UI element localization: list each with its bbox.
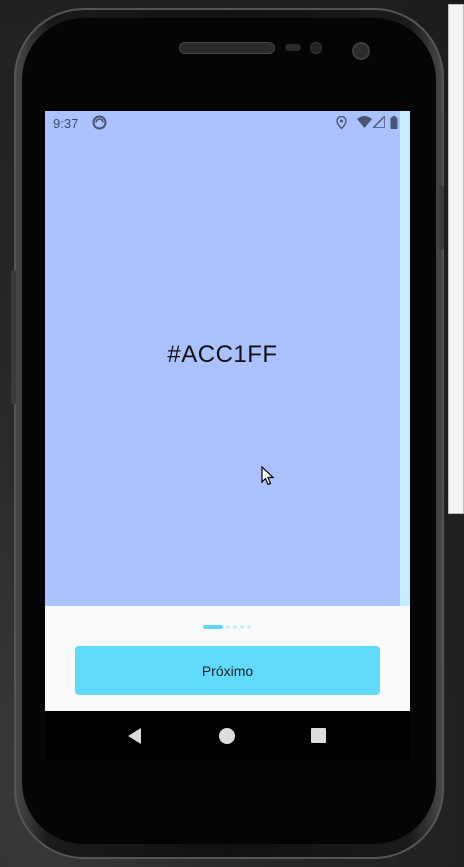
device-screen: 9:37 #ACC1FF Próximo — [45, 111, 410, 711]
front-camera — [352, 42, 370, 60]
side-panel — [448, 4, 464, 514]
page-dot — [226, 624, 230, 629]
status-time: 9:37 — [53, 116, 79, 131]
page-indicator — [203, 624, 251, 629]
recents-icon[interactable] — [311, 728, 326, 743]
speaker-grille — [179, 42, 275, 54]
wifi-icon — [357, 116, 372, 131]
next-page-edge — [400, 111, 410, 606]
navigation-bar — [45, 711, 410, 760]
status-bar: 9:37 — [45, 111, 400, 135]
page-dot — [247, 624, 251, 629]
sync-icon — [92, 115, 107, 133]
volume-button — [439, 185, 444, 250]
page-dot — [233, 624, 237, 629]
battery-icon — [390, 116, 398, 132]
color-code-title: #ACC1FF — [167, 341, 278, 368]
light-sensor — [310, 42, 322, 54]
page-dot — [240, 624, 244, 629]
back-icon[interactable] — [128, 728, 141, 744]
signal-icon — [371, 114, 386, 131]
page-dot-active — [203, 624, 223, 629]
color-page[interactable]: 9:37 #ACC1FF — [45, 111, 400, 606]
location-icon — [336, 115, 347, 132]
home-icon[interactable] — [219, 728, 235, 744]
next-button[interactable]: Próximo — [75, 646, 380, 695]
proximity-sensor — [285, 44, 301, 51]
power-button — [11, 270, 16, 405]
